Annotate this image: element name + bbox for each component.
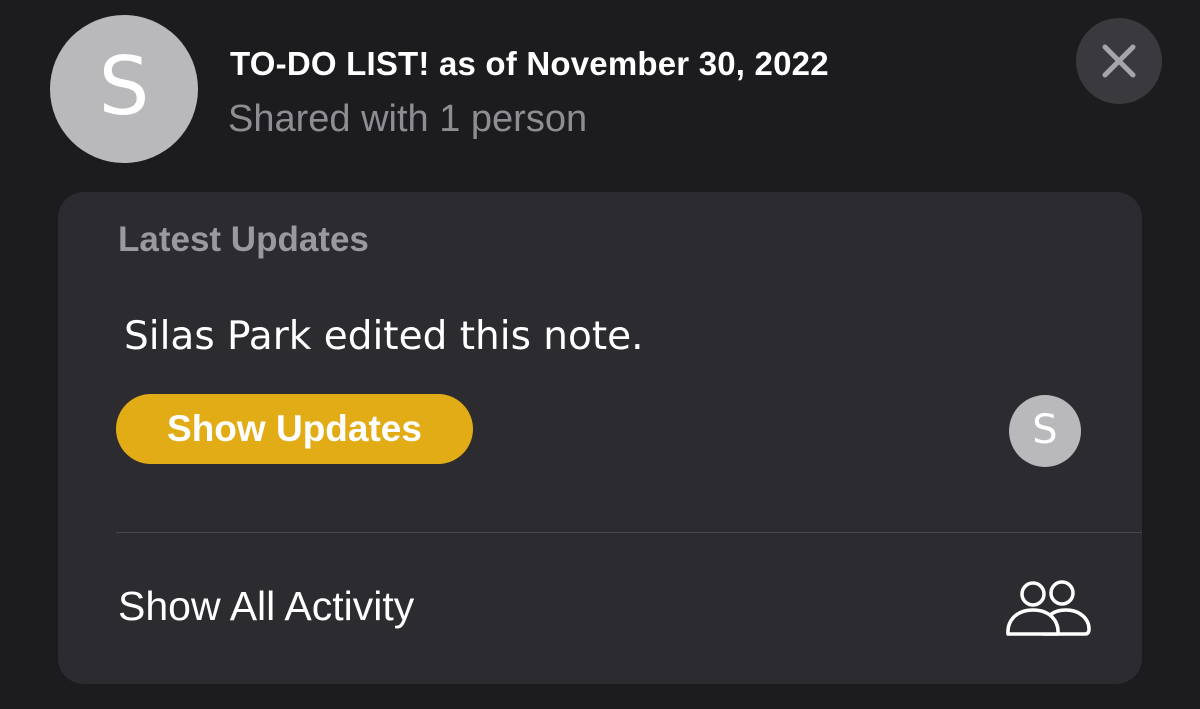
editor-avatar-initial: S bbox=[1032, 407, 1058, 453]
close-button[interactable] bbox=[1076, 18, 1162, 104]
updates-card: Latest Updates Silas Park edited this no… bbox=[58, 192, 1142, 684]
owner-avatar: S bbox=[50, 15, 198, 163]
owner-avatar-initial: S bbox=[98, 40, 150, 133]
close-icon bbox=[1102, 44, 1136, 78]
show-all-activity-row[interactable]: Show All Activity bbox=[58, 533, 1142, 684]
update-message: Silas Park edited this note. bbox=[124, 314, 644, 359]
note-title: TO-DO LIST! as of November 30, 2022 bbox=[230, 45, 829, 82]
show-all-activity-label: Show All Activity bbox=[118, 583, 415, 629]
latest-updates-heading: Latest Updates bbox=[118, 220, 369, 259]
people-icon bbox=[1006, 580, 1091, 636]
shared-with-subtitle: Shared with 1 person bbox=[228, 98, 588, 140]
shared-note-activity-sheet: S TO-DO LIST! as of November 30, 2022 Sh… bbox=[0, 0, 1200, 709]
editor-avatar: S bbox=[1009, 395, 1081, 467]
show-updates-label: Show Updates bbox=[167, 408, 422, 449]
show-updates-button[interactable]: Show Updates bbox=[116, 394, 473, 464]
